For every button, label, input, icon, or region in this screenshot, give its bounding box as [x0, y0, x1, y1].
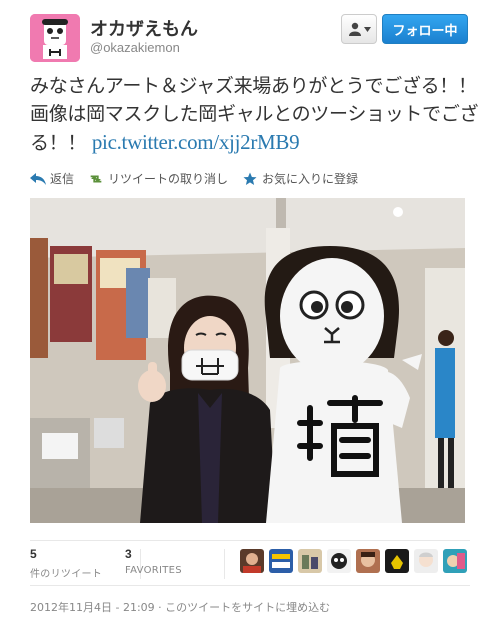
avatar-icon: [356, 549, 380, 573]
engager-avatar[interactable]: [356, 549, 380, 573]
engager-avatars: [240, 549, 467, 573]
tweet-media-link[interactable]: pic.twitter.com/xjj2rMB9: [92, 130, 300, 154]
avatar-icon: [327, 549, 351, 573]
following-button[interactable]: フォロー中: [382, 14, 468, 44]
engager-avatar[interactable]: [414, 549, 438, 573]
avatar-icon: [385, 549, 409, 573]
engager-avatar[interactable]: [298, 549, 322, 573]
favorites-label: FAVORITES: [125, 565, 182, 576]
photo-image: [30, 198, 465, 523]
favorites-stat[interactable]: 3 FAVORITES: [125, 547, 182, 576]
favorite-action[interactable]: お気に入りに登録: [242, 170, 358, 187]
tweet-card: オカザえもん @okazakiemon フォロー中 みなさんアート＆ジャズ来場あ…: [0, 0, 502, 623]
tweet-text-line-3: る！！: [30, 132, 92, 154]
retweet-icon: [88, 172, 104, 186]
avatar-icon: [240, 549, 264, 573]
undo-retweet-action[interactable]: リツイートの取り消し: [88, 170, 228, 187]
avatar-icon: [443, 549, 467, 573]
tweet-photo[interactable]: [30, 198, 465, 523]
avatar-icon: [414, 549, 438, 573]
tweet-footer: 2012年11月4日 - 21:09 · このツイートをサイトに埋め込む: [30, 599, 330, 615]
okazaemon-avatar-icon: [30, 14, 80, 62]
engager-avatar[interactable]: [443, 549, 467, 573]
reply-action[interactable]: 返信: [30, 170, 74, 187]
footer-separator: ·: [154, 601, 166, 614]
avatar-icon: [298, 549, 322, 573]
avatar-icon: [269, 549, 293, 573]
user-dropdown-button[interactable]: [341, 14, 377, 44]
user-icon: [348, 22, 361, 36]
stats-divider: [224, 549, 225, 579]
display-name[interactable]: オカザえもん: [90, 15, 198, 41]
tweet-stats: 5 件のリツイート 3 FAVORITES: [30, 540, 470, 586]
profile-avatar[interactable]: [30, 14, 80, 62]
engager-avatar[interactable]: [385, 549, 409, 573]
tweet-timestamp[interactable]: 2012年11月4日 - 21:09: [30, 601, 155, 614]
engager-avatar[interactable]: [327, 549, 351, 573]
favorite-label: お気に入りに登録: [262, 172, 359, 186]
embed-tweet-link[interactable]: このツイートをサイトに埋め込む: [165, 601, 330, 614]
engager-avatar[interactable]: [269, 549, 293, 573]
undo-retweet-label: リツイートの取り消し: [108, 172, 229, 186]
retweet-stat[interactable]: 5 件のリツイート: [30, 547, 102, 580]
reply-icon: [30, 172, 46, 186]
tweet-text-line-2: 画像は岡マスクした岡ギャルとのツーショットでござ: [30, 103, 479, 125]
reply-label: 返信: [50, 172, 75, 186]
retweet-label: 件のリツイート: [30, 569, 103, 580]
tweet-text-line-1: みなさんアート＆ジャズ来場ありがとうでござる！！: [30, 75, 477, 97]
tweet-actions: 返信 リツイートの取り消し お気に入りに登録: [30, 170, 358, 187]
engager-avatar[interactable]: [240, 549, 264, 573]
favorites-count: 3: [125, 547, 132, 561]
star-icon: [242, 172, 258, 186]
retweet-count: 5: [30, 547, 37, 561]
tweet-text: みなさんアート＆ジャズ来場ありがとうでござる！！ 画像は岡マスクした岡ギャルとの…: [30, 72, 480, 157]
caret-down-icon: [363, 26, 371, 32]
user-handle[interactable]: @okazakiemon: [90, 40, 180, 55]
